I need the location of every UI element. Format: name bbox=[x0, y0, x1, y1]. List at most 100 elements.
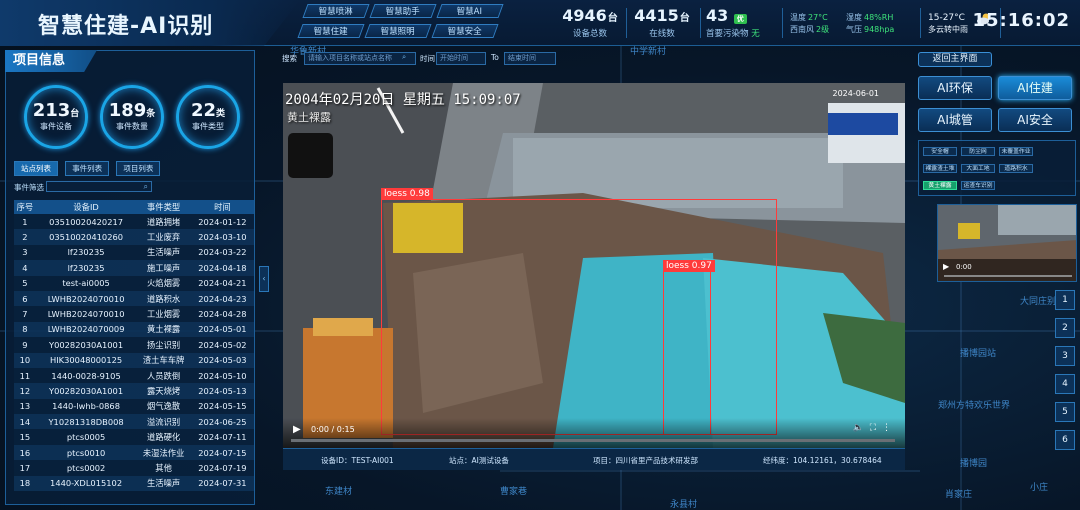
ai-urban-button[interactable]: AI城管 bbox=[918, 108, 992, 132]
search-icon[interactable]: ⌕ bbox=[402, 52, 406, 62]
table-cell: 露天烧烤 bbox=[136, 383, 191, 399]
table-cell: LWHB2024070010 bbox=[35, 306, 137, 322]
table-cell: 道路积水 bbox=[136, 290, 191, 307]
weather-wind: 西南风 2级 bbox=[790, 25, 830, 34]
table-cell: test-ai0005 bbox=[35, 275, 137, 291]
table-cell: 2024-04-18 bbox=[190, 260, 254, 276]
side-page-button[interactable]: 2 bbox=[1055, 318, 1075, 338]
side-page-button[interactable]: 4 bbox=[1055, 374, 1075, 394]
collapse-left-panel-button[interactable]: ‹ bbox=[259, 266, 269, 292]
nav-button-assistant[interactable]: 智慧助手 bbox=[369, 4, 437, 18]
table-cell: 7 bbox=[14, 306, 36, 322]
side-page-button[interactable]: 3 bbox=[1055, 346, 1075, 366]
fullscreen-icon[interactable]: ⛶ bbox=[870, 423, 882, 433]
table-cell: 2024-03-22 bbox=[190, 244, 254, 261]
category-chip[interactable]: 裸露渣土堆 bbox=[923, 164, 957, 173]
table-cell: 2024-05-15 bbox=[190, 398, 254, 415]
table-row[interactable]: 16 ptcs0010 未湿法作业 2024-07-15 bbox=[14, 444, 254, 461]
table-cell: 2024-05-02 bbox=[190, 337, 254, 353]
more-icon[interactable]: ⋮ bbox=[882, 423, 897, 433]
map-label: 小庄 bbox=[1030, 483, 1049, 493]
nav-button-construction[interactable]: 智慧住建 bbox=[297, 24, 365, 38]
side-page-button[interactable]: 6 bbox=[1055, 430, 1075, 450]
category-chip[interactable]: 未覆盖作业 bbox=[999, 147, 1033, 156]
table-cell: 其他 bbox=[136, 460, 191, 476]
table-row[interactable]: 12 Y00282030A1001 露天烧烤 2024-05-13 bbox=[14, 383, 254, 399]
table-row[interactable]: 4 lf230235 施工噪声 2024-04-18 bbox=[14, 260, 254, 276]
video-time: 0:00 / 0:15 bbox=[311, 425, 355, 434]
panel-title: 项目信息 bbox=[5, 50, 97, 72]
stat-online: 4415台 在线数 bbox=[634, 6, 690, 39]
table-cell: 1440-XDL015102 bbox=[35, 475, 137, 492]
thumbnail-progress-bar[interactable] bbox=[944, 275, 1072, 277]
col-header: 设备ID bbox=[35, 200, 137, 214]
nav-button-spray[interactable]: 智慧喷淋 bbox=[302, 4, 370, 18]
table-cell: LWHB2024070010 bbox=[35, 290, 137, 307]
play-icon[interactable]: ▶ bbox=[293, 424, 301, 435]
table-cell: 3 bbox=[14, 244, 36, 261]
table-row[interactable]: 6 LWHB2024070010 道路积水 2024-04-23 bbox=[14, 290, 254, 307]
table-row[interactable]: 5 test-ai0005 火焰烟雾 2024-04-21 bbox=[14, 275, 254, 291]
ai-env-button[interactable]: AI环保 bbox=[918, 76, 992, 100]
tab-site-list[interactable]: 站点列表 bbox=[14, 161, 58, 176]
filter-label: 事件筛选 bbox=[14, 183, 44, 192]
ai-safety-button[interactable]: AI安全 bbox=[998, 108, 1072, 132]
table-row[interactable]: 15 ptcs0005 道路硬化 2024-07-11 bbox=[14, 429, 254, 445]
nav-button-lighting[interactable]: 智慧照明 bbox=[364, 24, 432, 38]
category-chip[interactable]: 道路积水 bbox=[999, 164, 1033, 173]
table-cell: 2024-07-19 bbox=[190, 460, 254, 476]
table-row[interactable]: 7 LWHB2024070010 工业烟雾 2024-04-28 bbox=[14, 306, 254, 322]
table-row[interactable]: 2 03510020410260 工业废弃 2024-03-10 bbox=[14, 229, 254, 245]
table-cell: Y00282030A1001 bbox=[35, 383, 137, 399]
tab-project-list[interactable]: 项目列表 bbox=[116, 161, 161, 176]
tab-event-list[interactable]: 事件列表 bbox=[65, 161, 110, 176]
event-filter-select[interactable]: ⌕ bbox=[46, 181, 152, 192]
table-row[interactable]: 9 Y00282030A1001 扬尘识别 2024-05-02 bbox=[14, 337, 254, 353]
play-icon[interactable]: ▶ bbox=[943, 262, 949, 271]
table-cell: ptcs0010 bbox=[35, 444, 137, 461]
category-chip[interactable]: 运渣车识别 bbox=[961, 181, 995, 190]
category-chip-active[interactable]: 黄土裸露 bbox=[923, 181, 957, 190]
search-label: 搜索 bbox=[282, 54, 297, 63]
volume-icon[interactable]: 🔈 bbox=[852, 423, 869, 433]
table-row[interactable]: 10 HIK30048000125 渣土车车牌 2024-05-03 bbox=[14, 352, 254, 368]
start-time-input[interactable]: 开始时间 bbox=[436, 52, 486, 65]
side-page-button[interactable]: 5 bbox=[1055, 402, 1075, 422]
table-row[interactable]: 3 lf230235 生活噪声 2024-03-22 bbox=[14, 244, 254, 261]
return-main-button[interactable]: 返回主界面 bbox=[918, 52, 992, 67]
col-header: 序号 bbox=[14, 200, 36, 214]
nav-button-ai[interactable]: 智慧AI bbox=[436, 4, 504, 18]
table-cell: 1 bbox=[14, 214, 36, 230]
divider bbox=[782, 8, 783, 38]
video-info-bar: 设备ID：TEST-AI001 站点：AI测试设备 项目：四川省里产品技术研发部… bbox=[283, 448, 905, 470]
table-row[interactable]: 8 LWHB2024070009 黄土裸露 2024-05-01 bbox=[14, 321, 254, 338]
thumbnail-video[interactable]: ▶ 0:00 bbox=[937, 204, 1077, 282]
video-date-overlay: 2024-06-01 bbox=[832, 89, 880, 98]
video-progress-bar[interactable] bbox=[291, 439, 895, 442]
site-text: 站点：AI测试设备 bbox=[449, 456, 509, 465]
end-time-input[interactable]: 结束时间 bbox=[504, 52, 556, 65]
map-label: 播博园站 bbox=[960, 349, 997, 359]
table-cell: 烟气逸散 bbox=[136, 398, 191, 415]
table-row[interactable]: 14 Y10281318DB008 溢流识别 2024-06-25 bbox=[14, 414, 254, 430]
category-chip[interactable]: 大面工地 bbox=[961, 164, 995, 173]
table-cell: 03510020410260 bbox=[35, 229, 137, 245]
side-page-button[interactable]: 1 bbox=[1055, 290, 1075, 310]
ai-construction-button[interactable]: AI住建 bbox=[998, 76, 1072, 100]
category-chip[interactable]: 防尘网 bbox=[961, 147, 995, 156]
video-player[interactable]: 2004年02月20日 星期五 15:09:07 黄土裸露 2024-06-01… bbox=[283, 83, 905, 448]
table-row[interactable]: 13 1440-lwhb-0868 烟气逸散 2024-05-15 bbox=[14, 398, 254, 415]
table-cell: 2024-04-28 bbox=[190, 306, 254, 322]
thumbnail-controls: ▶ 0:00 bbox=[938, 259, 1076, 281]
table-row[interactable]: 18 1440-XDL015102 生活噪声 2024-07-31 bbox=[14, 475, 254, 492]
nav-button-safety[interactable]: 智慧安全 bbox=[431, 24, 499, 38]
category-chip[interactable]: 安全帽 bbox=[923, 147, 957, 156]
table-row[interactable]: 1 03510020420217 道路拥堵 2024-01-12 bbox=[14, 214, 254, 230]
table-cell: 未湿法作业 bbox=[136, 444, 191, 461]
search-input[interactable]: 请输入项目名称或站点名称 bbox=[304, 52, 416, 65]
map-road bbox=[500, 470, 920, 472]
map-label: 东建材 bbox=[325, 487, 353, 497]
table-row[interactable]: 17 ptcs0002 其他 2024-07-19 bbox=[14, 460, 254, 476]
table-row[interactable]: 11 1440-0028-9105 人员跌倒 2024-05-10 bbox=[14, 367, 254, 384]
page-title: 智慧住建-AI识别 bbox=[38, 14, 214, 39]
